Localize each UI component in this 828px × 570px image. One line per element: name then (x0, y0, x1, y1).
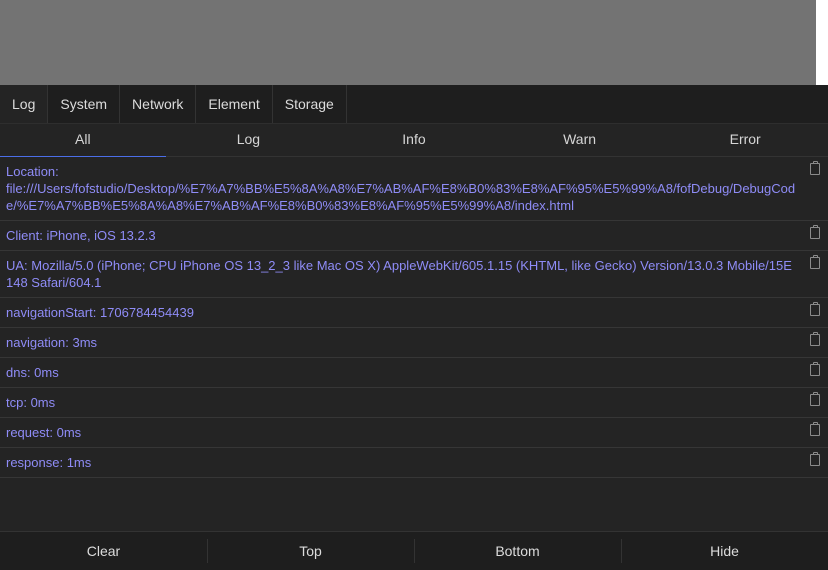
log-item: request: 0ms (0, 418, 828, 448)
tab-element[interactable]: Element (196, 85, 273, 123)
top-button[interactable]: Top (207, 532, 414, 570)
clipboard-icon[interactable] (810, 255, 820, 269)
clipboard-icon[interactable] (810, 225, 820, 239)
log-item: response: 1ms (0, 448, 828, 478)
log-item: Client: iPhone, iOS 13.2.3 (0, 221, 828, 251)
clipboard-icon[interactable] (810, 452, 820, 466)
debug-panel: Log System Network Element Storage All L… (0, 85, 828, 570)
log-text: response: 1ms (6, 455, 92, 470)
log-item: tcp: 0ms (0, 388, 828, 418)
log-item: UA: Mozilla/5.0 (iPhone; CPU iPhone OS 1… (0, 251, 828, 298)
hide-button[interactable]: Hide (621, 532, 828, 570)
log-text: navigation: 3ms (6, 335, 98, 350)
log-item: navigation: 3ms (0, 328, 828, 358)
clear-button[interactable]: Clear (0, 532, 207, 570)
log-text: dns: 0ms (6, 365, 59, 380)
log-text: Location: file:///Users/fofstudio/Deskto… (6, 164, 796, 213)
filter-all[interactable]: All (0, 124, 166, 157)
log-item: dns: 0ms (0, 358, 828, 388)
log-text: tcp: 0ms (6, 395, 56, 410)
tab-storage[interactable]: Storage (273, 85, 347, 123)
main-tabbar: Log System Network Element Storage (0, 85, 828, 124)
filter-error[interactable]: Error (662, 124, 828, 156)
tab-log[interactable]: Log (0, 85, 49, 123)
log-item: Location: file:///Users/fofstudio/Deskto… (0, 157, 828, 221)
page-scrollbar[interactable] (816, 0, 828, 85)
log-text: request: 0ms (6, 425, 82, 440)
log-list: Location: file:///Users/fofstudio/Deskto… (0, 157, 828, 532)
filter-warn[interactable]: Warn (497, 124, 663, 156)
clipboard-icon[interactable] (810, 422, 820, 436)
log-text: UA: Mozilla/5.0 (iPhone; CPU iPhone OS 1… (6, 258, 792, 290)
log-filter-tabs: All Log Info Warn Error (0, 124, 828, 157)
footer-toolbar: Clear Top Bottom Hide (0, 531, 828, 570)
clipboard-icon[interactable] (810, 161, 820, 175)
filter-info[interactable]: Info (331, 124, 497, 156)
bottom-button[interactable]: Bottom (414, 532, 621, 570)
log-text: Client: iPhone, iOS 13.2.3 (6, 228, 156, 243)
log-item: navigationStart: 1706784454439 (0, 298, 828, 328)
clipboard-icon[interactable] (810, 302, 820, 316)
log-text: navigationStart: 1706784454439 (6, 305, 194, 320)
clipboard-icon[interactable] (810, 332, 820, 346)
clipboard-icon[interactable] (810, 392, 820, 406)
filter-log[interactable]: Log (166, 124, 332, 156)
tab-system[interactable]: System (48, 85, 121, 123)
page-background (0, 0, 816, 85)
clipboard-icon[interactable] (810, 362, 820, 376)
tab-network[interactable]: Network (120, 85, 197, 123)
